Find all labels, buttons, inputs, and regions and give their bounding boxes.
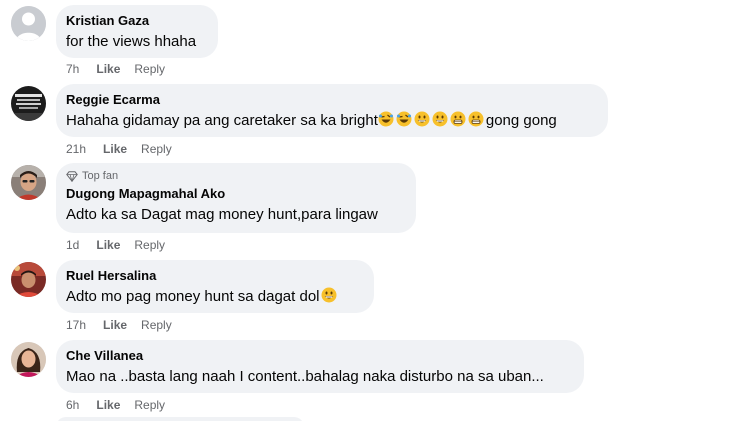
reply-button[interactable]: Reply [141,318,172,332]
like-button[interactable]: Like [103,318,127,332]
comment-bubble: Reggie Ecarma Hahaha gidamay pa ang care… [56,84,608,137]
comment-timestamp[interactable]: 7h [66,62,79,76]
avatar[interactable] [11,262,46,297]
comment-timestamp[interactable]: 21h [66,142,86,156]
reply-button[interactable]: Reply [134,398,165,412]
comment-author[interactable]: Che Villanea [66,348,572,364]
avatar[interactable] [11,165,46,200]
comment-text-body: Adto mo pag money hunt sa dagat dol [66,288,320,305]
like-button[interactable]: Like [96,62,120,76]
comment-actions: 1d Like Reply [66,238,165,252]
comment-timestamp[interactable]: 17h [66,318,86,332]
comment-text: Mao na ..basta lang naah I content..baha… [66,368,544,385]
comment-bubble: Top fan Dugong Mapagmahal Ako Adto ka sa… [56,163,416,233]
rolling-laughing-emoji-icon [378,111,394,127]
comment-bubble: Ruel Hersalina Adto mo pag money hunt sa… [56,260,374,313]
comment-bubble: Kristian Gaza for the views hhaha [56,5,218,58]
like-button[interactable]: Like [96,398,120,412]
comment-actions: 17h Like Reply [66,318,172,332]
reply-button[interactable]: Reply [141,142,172,156]
comment-text: for the views hhaha [66,33,197,50]
diamond-icon [66,171,78,182]
grinning-emoji-icon [321,287,337,303]
reply-button[interactable]: Reply [134,238,165,252]
comment-timestamp[interactable]: 6h [66,398,79,412]
comment-text: Adto ka sa Dagat mag money hunt,para lin… [66,206,378,223]
comment-actions: 7h Like Reply [66,62,165,76]
avatar[interactable] [11,342,46,377]
avatar[interactable] [11,6,46,41]
comment-bubble: Che Villanea Mao na ..basta lang naah I … [56,340,584,393]
comment-actions: 21h Like Reply [66,142,172,156]
like-button[interactable]: Like [96,238,120,252]
grimacing-emoji-icon [468,111,484,127]
comment-timestamp[interactable]: 1d [66,238,79,252]
comment-author[interactable]: Reggie Ecarma [66,92,596,108]
like-button[interactable]: Like [103,142,127,156]
reply-button[interactable]: Reply [134,62,165,76]
comment-author[interactable]: Dugong Mapagmahal Ako [66,186,404,202]
comment-text: Adto mo pag money hunt sa dagat dol [66,287,362,307]
comment-author[interactable]: Kristian Gaza [66,13,206,29]
top-fan-badge[interactable]: Top fan [66,170,404,183]
comment-text: Hahaha gidamay pa ang caretaker sa ka br… [66,111,596,131]
comment-actions: 6h Like Reply [66,398,165,412]
next-comment-bubble [56,417,304,421]
comment-text-end: gong gong [485,112,557,129]
avatar[interactable] [11,86,46,121]
badge-label: Top fan [82,170,119,182]
grimacing-emoji-icon [450,111,466,127]
rolling-laughing-emoji-icon [396,111,412,127]
grinning-emoji-icon [414,111,430,127]
grinning-emoji-icon [432,111,448,127]
comment-text-start: Hahaha gidamay pa ang caretaker sa ka br… [66,112,378,129]
comment-author[interactable]: Ruel Hersalina [66,268,362,284]
